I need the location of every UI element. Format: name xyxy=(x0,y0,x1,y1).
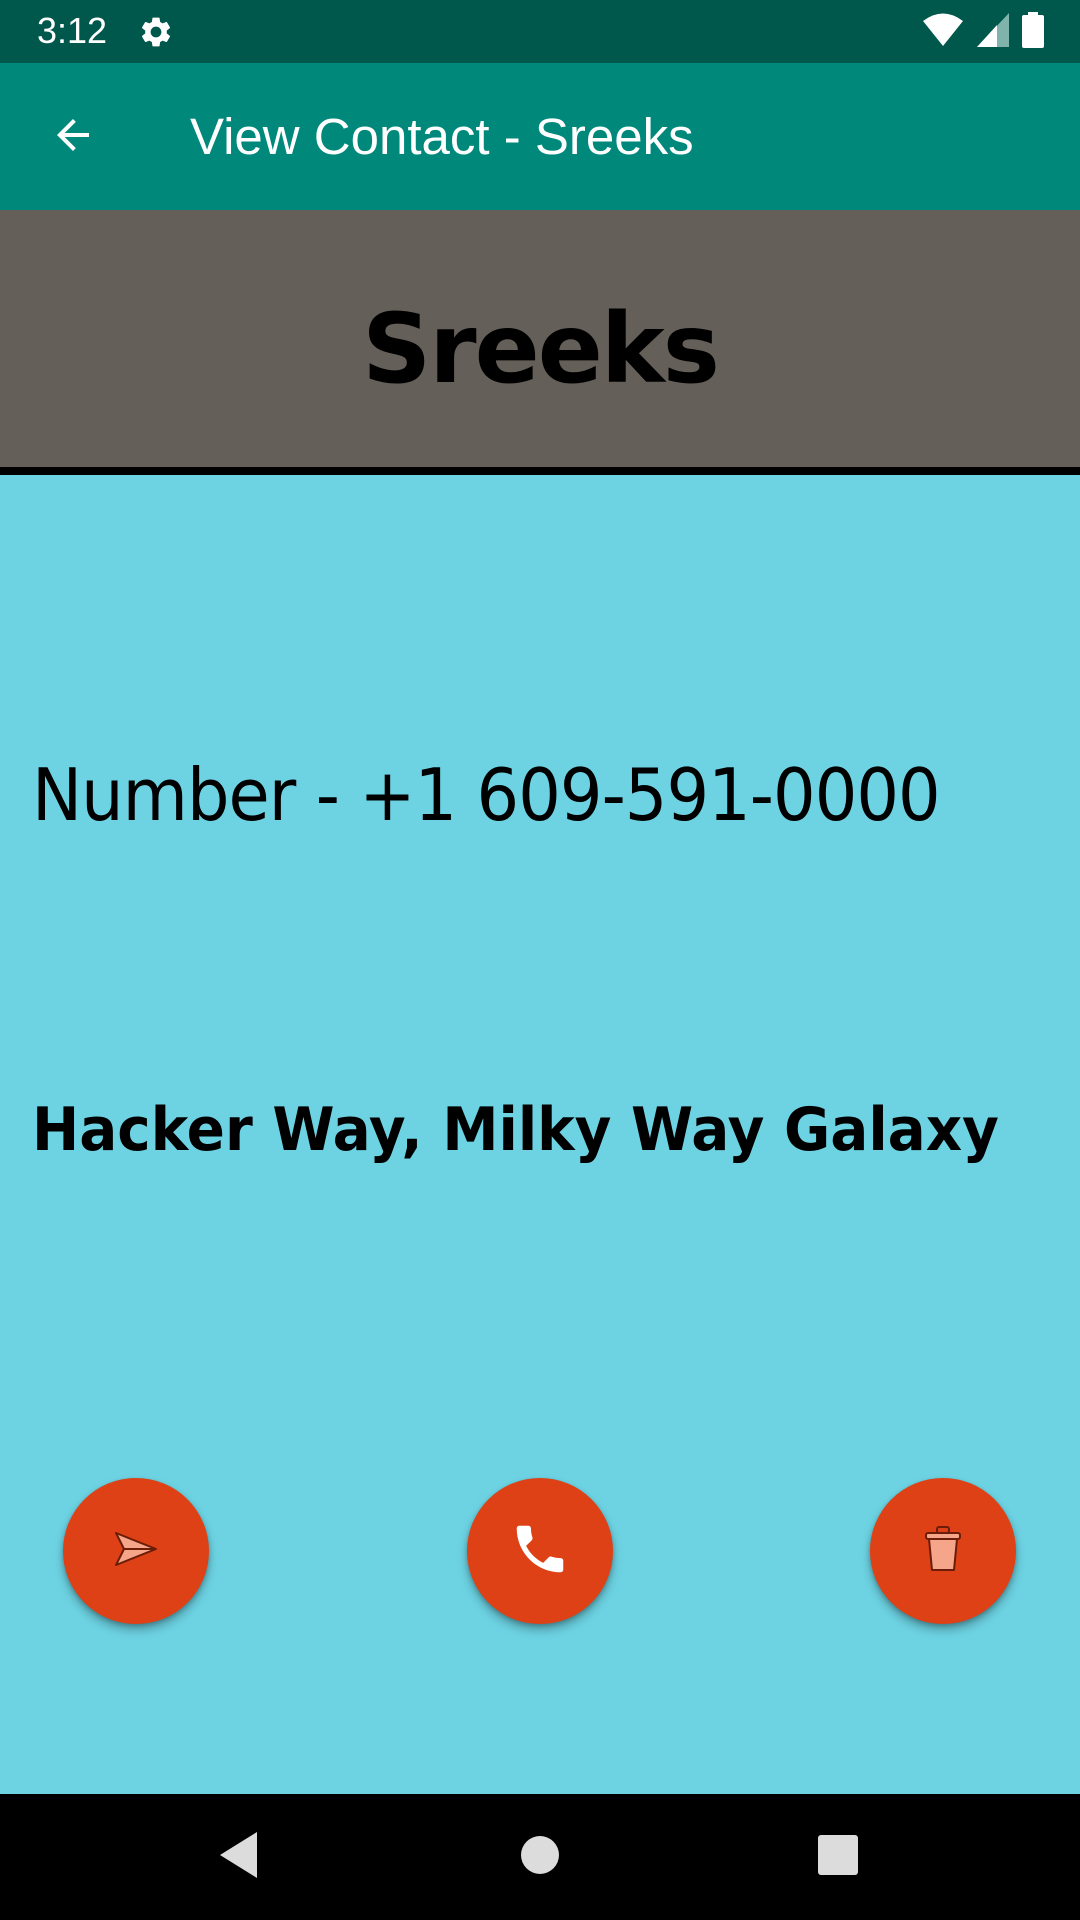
app-bar: View Contact - Sreeks xyxy=(0,63,1080,210)
phone-icon xyxy=(509,1518,571,1584)
back-button[interactable] xyxy=(30,99,116,175)
send-message-button[interactable] xyxy=(63,1478,209,1624)
contact-address: Hacker Way, Milky Way Galaxy xyxy=(32,1095,999,1165)
status-bar: 3:12 xyxy=(0,0,1080,63)
contact-name: Sreeks xyxy=(362,292,720,405)
navigation-bar xyxy=(0,1794,1080,1920)
trash-icon xyxy=(923,1525,963,1577)
contact-name-header: Sreeks xyxy=(0,210,1080,475)
recents-square-icon xyxy=(817,1834,859,1880)
home-circle-icon xyxy=(520,1835,560,1879)
status-time: 3:12 xyxy=(37,10,108,51)
nav-back-button[interactable] xyxy=(179,1794,299,1920)
arrow-back-icon xyxy=(49,111,97,163)
cellular-signal-icon xyxy=(976,12,1010,52)
nav-home-button[interactable] xyxy=(480,1794,600,1920)
settings-icon xyxy=(138,14,174,50)
app-bar-title: View Contact - Sreeks xyxy=(190,108,694,165)
status-icons xyxy=(922,12,1044,52)
back-triangle-icon xyxy=(217,1830,261,1884)
nav-recents-button[interactable] xyxy=(778,1794,898,1920)
battery-icon xyxy=(1022,12,1044,52)
send-icon xyxy=(114,1531,158,1571)
wifi-icon xyxy=(922,12,964,52)
call-button[interactable] xyxy=(467,1478,613,1624)
delete-button[interactable] xyxy=(870,1478,1016,1624)
contact-number: Number - +1 609-591-0000 xyxy=(32,753,941,837)
